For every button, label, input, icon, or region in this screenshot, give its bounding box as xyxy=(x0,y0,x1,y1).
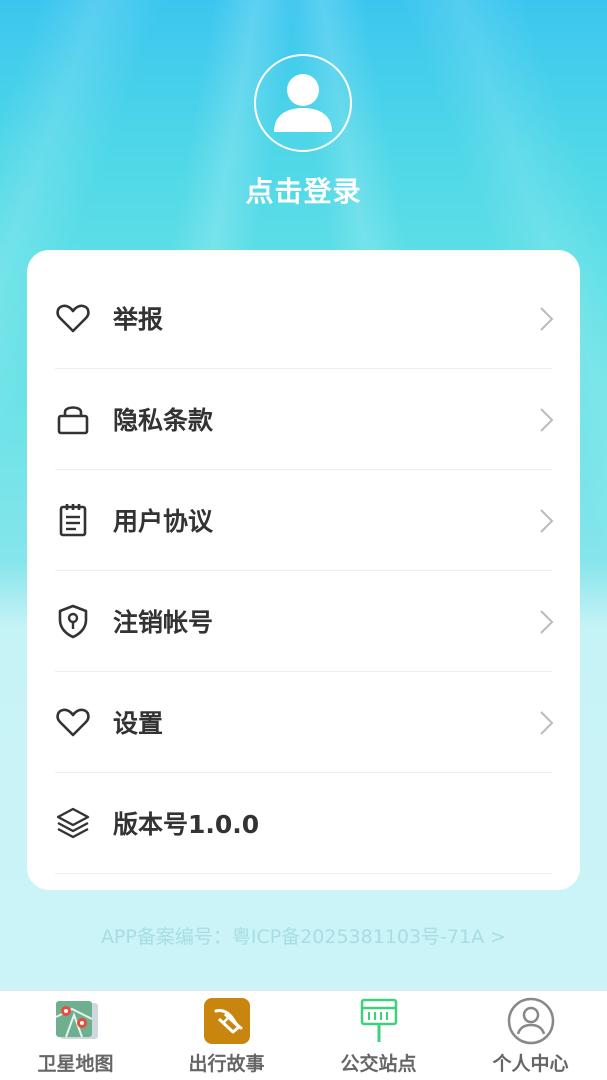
profile-header: 点击登录 xyxy=(0,0,607,240)
tab-label: 卫星地图 xyxy=(37,1053,114,1075)
tab-bar: 卫星地图 出行故事 公交站点 个人中心 xyxy=(0,990,607,1080)
menu-item-label: 用户协议 xyxy=(113,507,214,536)
menu-item-label: 设置 xyxy=(113,709,164,738)
tab-personal-center[interactable]: 个人中心 xyxy=(455,991,606,1080)
tab-travel-stories[interactable]: 出行故事 xyxy=(151,991,302,1080)
tab-satellite-map[interactable]: 卫星地图 xyxy=(0,991,151,1080)
tab-label: 公交站点 xyxy=(340,1053,417,1075)
person-icon xyxy=(507,997,555,1045)
tab-label: 出行故事 xyxy=(188,1053,265,1075)
menu-item-label: 举报 xyxy=(113,305,164,334)
tab-label: 个人中心 xyxy=(492,1053,569,1075)
story-icon xyxy=(204,998,250,1044)
person-icon xyxy=(274,74,332,132)
menu-item-report[interactable]: 举报 xyxy=(55,268,554,369)
heart-icon xyxy=(55,704,91,740)
login-link[interactable]: 点击登录 xyxy=(0,170,607,210)
chevron-right-icon xyxy=(540,307,554,331)
chevron-right-icon xyxy=(540,711,554,735)
chevron-right-icon xyxy=(540,509,554,533)
heart-icon xyxy=(55,300,91,336)
avatar[interactable] xyxy=(254,54,352,152)
menu-item-label: 注销帐号 xyxy=(113,608,214,637)
menu-item-cancel-account[interactable]: 注销帐号 xyxy=(55,571,554,672)
chevron-right-icon xyxy=(540,610,554,634)
notepad-icon xyxy=(55,502,91,538)
icp-filing-link[interactable]: APP备案编号：粤ICP备2025381103号-71A > xyxy=(0,922,607,949)
menu-item-version: 版本号1.0.0 xyxy=(55,773,552,874)
menu-card: 举报 隐私条款 用户协议 注销帐号 设置 版本号1.0.0 xyxy=(27,250,580,890)
layers-icon xyxy=(55,805,91,841)
satellite-map-icon xyxy=(55,1001,98,1039)
tab-bus-stops[interactable]: 公交站点 xyxy=(303,991,454,1080)
menu-item-settings[interactable]: 设置 xyxy=(55,672,554,773)
lock-icon xyxy=(55,401,91,437)
menu-item-label: 隐私条款 xyxy=(113,406,214,435)
bus-stop-icon xyxy=(360,998,398,1042)
shield-key-icon xyxy=(55,603,91,639)
menu-item-user-agreement[interactable]: 用户协议 xyxy=(55,470,554,571)
chevron-right-icon xyxy=(540,408,554,432)
menu-item-privacy[interactable]: 隐私条款 xyxy=(55,369,554,470)
version-label: 版本号1.0.0 xyxy=(113,810,260,839)
